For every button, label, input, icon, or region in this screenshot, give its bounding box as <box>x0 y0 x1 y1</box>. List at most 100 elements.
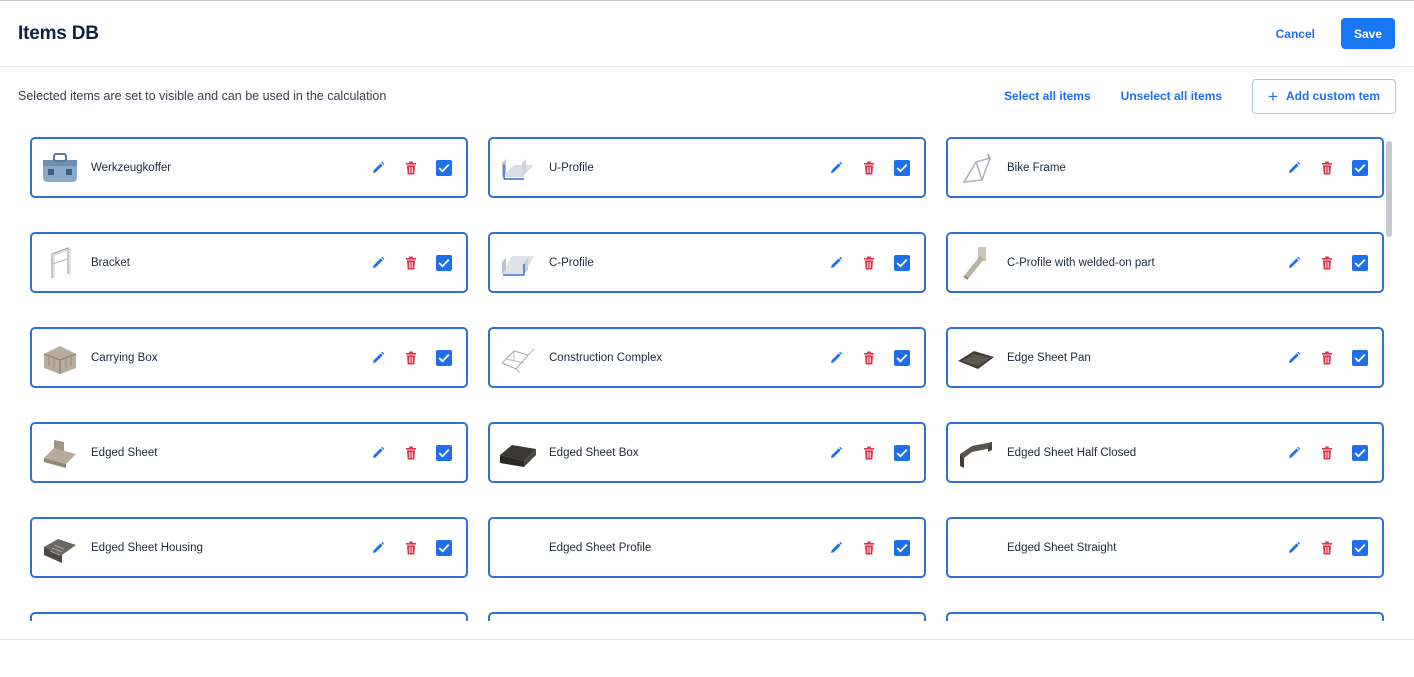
item-card[interactable]: Werkzeugkoffer <box>30 137 468 198</box>
edit-icon[interactable] <box>1286 445 1302 461</box>
item-name: C-Profile with welded-on part <box>1007 256 1155 269</box>
visible-checkbox[interactable] <box>1352 254 1368 271</box>
item-actions <box>1286 254 1368 271</box>
item-card[interactable] <box>946 612 1384 621</box>
delete-icon[interactable] <box>861 540 877 556</box>
item-card[interactable]: Edge Sheet Pan <box>946 327 1384 388</box>
edit-icon[interactable] <box>370 255 386 271</box>
item-card[interactable]: Carrying Box <box>30 327 468 388</box>
select-all-button[interactable]: Select all items <box>1004 89 1091 103</box>
items-grid-viewport[interactable]: Werkzeugkoffer U-Profile Bike Frame Bracket… <box>0 125 1414 621</box>
item-thumbnail <box>956 528 996 568</box>
delete-icon[interactable] <box>403 540 419 556</box>
toolbar: Selected items are set to visible and ca… <box>0 67 1414 125</box>
half-closed-icon <box>956 433 996 473</box>
item-name: Construction Complex <box>549 351 663 364</box>
item-actions <box>828 349 910 366</box>
save-button[interactable]: Save <box>1341 18 1395 49</box>
item-thumbnail <box>498 528 538 568</box>
items-db-dialog: Items DB Cancel Save Selected items are … <box>0 0 1414 640</box>
delete-icon[interactable] <box>861 255 877 271</box>
item-card[interactable]: Edged Sheet Half Closed <box>946 422 1384 483</box>
item-card[interactable]: Edged Sheet <box>30 422 468 483</box>
add-custom-item-label: Add custom tem <box>1285 89 1380 103</box>
visible-checkbox[interactable] <box>436 159 452 176</box>
sheet-box-icon <box>498 433 538 473</box>
edit-icon[interactable] <box>828 160 844 176</box>
unselect-all-button[interactable]: Unselect all items <box>1121 89 1222 103</box>
item-actions <box>828 444 910 461</box>
visible-checkbox[interactable] <box>436 349 452 366</box>
selection-hint: Selected items are set to visible and ca… <box>18 89 387 103</box>
edit-icon[interactable] <box>828 445 844 461</box>
add-custom-item-button[interactable]: + Add custom tem <box>1252 78 1396 114</box>
item-card[interactable] <box>488 612 926 621</box>
item-actions <box>1286 349 1368 366</box>
item-card[interactable]: Bike Frame <box>946 137 1384 198</box>
scrollbar-thumb[interactable] <box>1386 141 1392 237</box>
delete-icon[interactable] <box>1319 540 1335 556</box>
edged-sheet-icon <box>40 433 80 473</box>
bracket-icon <box>40 243 80 283</box>
cancel-button[interactable]: Cancel <box>1276 27 1315 41</box>
item-card[interactable]: Edged Sheet Profile <box>488 517 926 578</box>
visible-checkbox[interactable] <box>1352 539 1368 556</box>
edit-icon[interactable] <box>370 160 386 176</box>
visible-checkbox[interactable] <box>1352 349 1368 366</box>
housing-icon <box>40 528 80 568</box>
visible-checkbox[interactable] <box>1352 444 1368 461</box>
delete-icon[interactable] <box>861 445 877 461</box>
edit-icon[interactable] <box>828 350 844 366</box>
item-card[interactable]: Construction Complex <box>488 327 926 388</box>
item-actions <box>828 254 910 271</box>
item-card[interactable]: Edged Sheet Box <box>488 422 926 483</box>
item-card[interactable]: U-Profile <box>488 137 926 198</box>
delete-icon[interactable] <box>861 160 877 176</box>
item-actions <box>828 159 910 176</box>
delete-icon[interactable] <box>403 445 419 461</box>
u-profile-icon <box>498 148 538 188</box>
delete-icon[interactable] <box>1319 160 1335 176</box>
visible-checkbox[interactable] <box>1352 159 1368 176</box>
visible-checkbox[interactable] <box>894 254 910 271</box>
item-name: C-Profile <box>549 256 594 269</box>
edit-icon[interactable] <box>1286 160 1302 176</box>
visible-checkbox[interactable] <box>894 444 910 461</box>
visible-checkbox[interactable] <box>894 159 910 176</box>
edit-icon[interactable] <box>1286 540 1302 556</box>
welded-part-icon <box>956 243 996 283</box>
edit-icon[interactable] <box>370 540 386 556</box>
edit-icon[interactable] <box>370 445 386 461</box>
dialog-header: Items DB Cancel Save <box>0 1 1414 67</box>
item-card[interactable]: C-Profile <box>488 232 926 293</box>
visible-checkbox[interactable] <box>894 539 910 556</box>
edit-icon[interactable] <box>1286 255 1302 271</box>
toolbox-icon <box>40 148 80 188</box>
visible-checkbox[interactable] <box>436 254 452 271</box>
delete-icon[interactable] <box>403 255 419 271</box>
delete-icon[interactable] <box>1319 445 1335 461</box>
item-actions <box>1286 159 1368 176</box>
item-card[interactable]: Bracket <box>30 232 468 293</box>
item-name: Carrying Box <box>91 351 158 364</box>
delete-icon[interactable] <box>403 160 419 176</box>
visible-checkbox[interactable] <box>894 349 910 366</box>
delete-icon[interactable] <box>1319 350 1335 366</box>
item-card[interactable]: Edged Sheet Straight <box>946 517 1384 578</box>
delete-icon[interactable] <box>861 350 877 366</box>
item-card[interactable]: Edged Sheet Housing <box>30 517 468 578</box>
item-card[interactable]: C-Profile with welded-on part <box>946 232 1384 293</box>
delete-icon[interactable] <box>1319 255 1335 271</box>
delete-icon[interactable] <box>403 350 419 366</box>
edit-icon[interactable] <box>370 350 386 366</box>
visible-checkbox[interactable] <box>436 444 452 461</box>
item-card[interactable] <box>30 612 468 621</box>
edit-icon[interactable] <box>828 540 844 556</box>
item-name: Edged Sheet Profile <box>549 541 652 554</box>
item-actions <box>370 159 452 176</box>
sheet-pan-icon <box>956 338 996 378</box>
edit-icon[interactable] <box>828 255 844 271</box>
visible-checkbox[interactable] <box>436 539 452 556</box>
edit-icon[interactable] <box>1286 350 1302 366</box>
item-name: Edged Sheet <box>91 446 158 459</box>
